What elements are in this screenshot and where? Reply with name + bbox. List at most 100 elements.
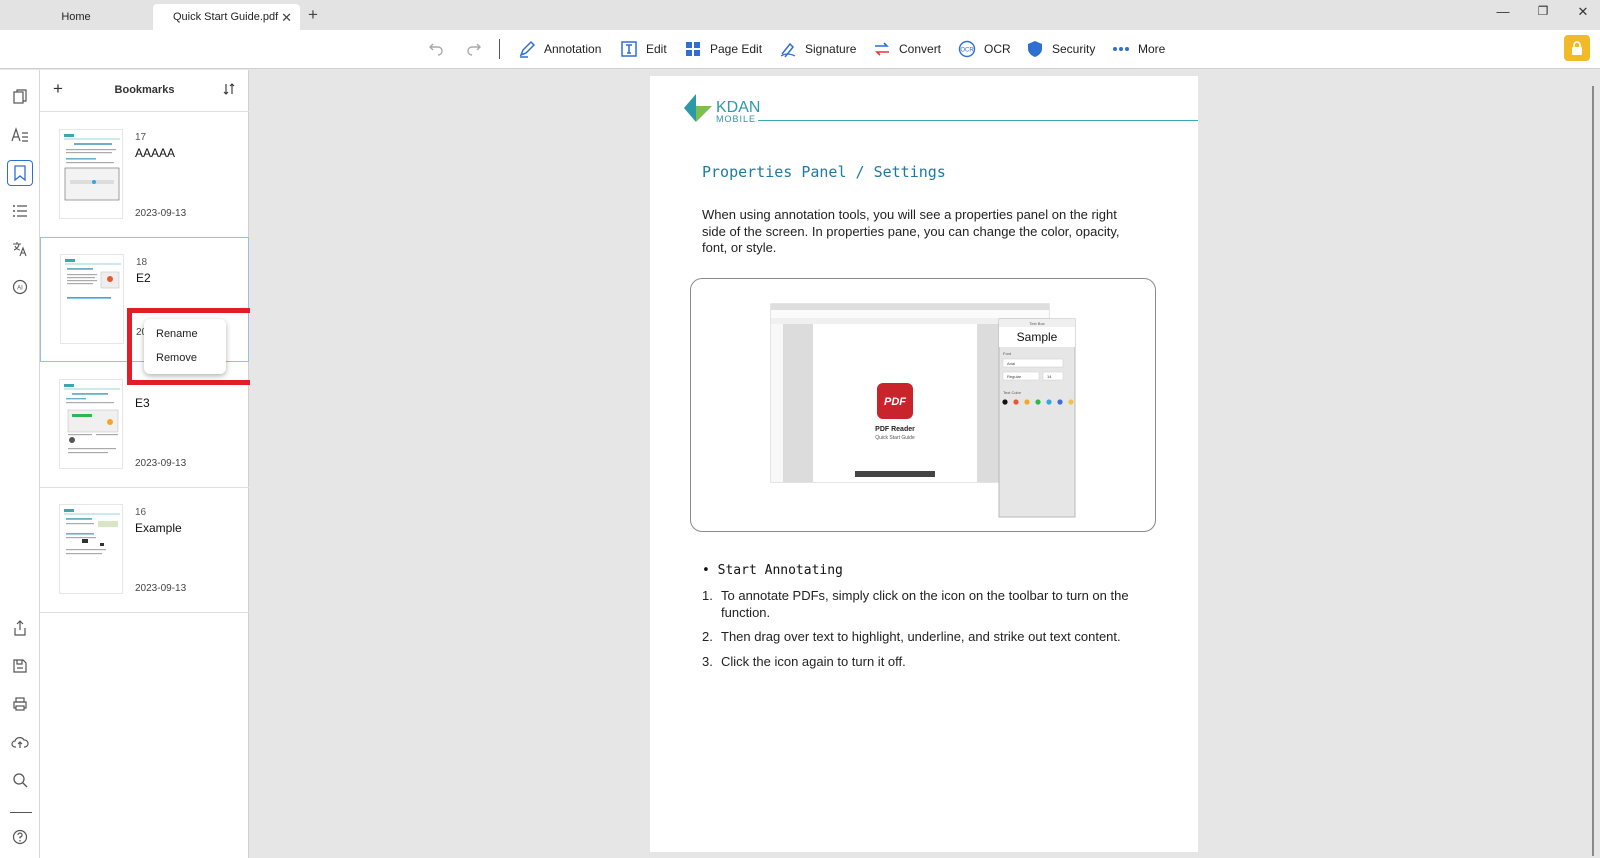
bookmark-date: 2023-09-13 (135, 458, 187, 469)
vertical-scrollbar[interactable] (1592, 86, 1594, 856)
app-screenshot-illustration: PDF PDF Reader Quick Start Guide Text Bo… (770, 303, 1076, 518)
toolbar-divider (499, 39, 500, 59)
close-window-button[interactable]: ✕ (1568, 4, 1598, 20)
bookmarks-rail-button[interactable] (7, 160, 33, 186)
bookmark-item[interactable]: 17 AAAAA 2023-09-13 (40, 113, 249, 238)
ocr-tool-button[interactable]: OCR OCR (958, 38, 1011, 60)
step-number: 3. (702, 653, 713, 669)
bookmark-icon (14, 165, 26, 181)
kdan-logo: KDAN MOBILE (684, 92, 764, 131)
ocr-label: OCR (984, 42, 1011, 56)
signature-tool-button[interactable]: Signature (779, 38, 856, 60)
bookmark-title: Example (135, 521, 182, 535)
page-heading: Properties Panel / Settings (702, 163, 946, 181)
convert-label: Convert (899, 42, 942, 56)
signature-label: Signature (805, 42, 857, 56)
bookmark-thumbnail (59, 379, 123, 469)
convert-arrows-icon (875, 42, 889, 56)
font-label-text: Font (1003, 351, 1012, 356)
tab-active-label: Quick Start Guide.pdf (173, 11, 279, 23)
svg-text:OCR: OCR (960, 48, 974, 54)
cloud-upload-rail-button[interactable] (7, 729, 33, 755)
main-toolbar: Annotation Edit Page Edit Signature Conv… (0, 30, 1600, 69)
close-tab-icon[interactable]: ✕ (281, 10, 292, 26)
color-swatch (1068, 399, 1074, 405)
more-label: More (1138, 42, 1166, 56)
color-swatch (1046, 399, 1052, 405)
color-swatch (1057, 399, 1063, 405)
bookmark-thumbnail (59, 504, 123, 594)
upgrade-button[interactable] (1564, 35, 1590, 61)
edit-tool-button[interactable]: Edit (620, 38, 667, 60)
shield-icon (1028, 41, 1042, 57)
bookmark-item[interactable]: 16 Example 2023-09-13 (40, 488, 249, 613)
convert-tool-button[interactable]: Convert (873, 38, 941, 60)
ocr-icon: OCR (958, 40, 976, 58)
save-as-rail-button[interactable] (7, 653, 33, 679)
bookmark-date: 2023-09-13 (135, 208, 187, 219)
rename-menu-item[interactable]: Rename (156, 328, 198, 340)
svg-text:AI: AI (17, 286, 23, 292)
step-text: Then drag over text to highlight, underl… (721, 629, 1121, 644)
pages-icon (13, 89, 27, 104)
ai-rail-button[interactable]: AI (7, 274, 33, 300)
bookmark-date: 2023-09-13 (135, 583, 187, 594)
text-rail-button[interactable] (7, 122, 33, 148)
text-format-icon (11, 127, 28, 142)
page-edit-tool-button[interactable]: Page Edit (684, 38, 762, 60)
bookmark-thumbnail (60, 254, 124, 344)
new-tab-button[interactable]: + (308, 5, 318, 25)
printer-icon (13, 697, 27, 711)
page-paragraph: When using annotation tools, you will se… (702, 207, 1120, 255)
app-title-text: PDF Reader (875, 426, 915, 433)
header-rule (758, 120, 1198, 121)
left-icon-rail: AI (0, 70, 40, 858)
cloud-upload-icon (11, 737, 29, 748)
translate-rail-button[interactable] (7, 236, 33, 262)
panel-sample-text: Sample (1017, 330, 1058, 344)
translate-icon (13, 242, 27, 257)
sort-icon[interactable] (222, 82, 236, 101)
security-tool-button[interactable]: Security (1026, 38, 1095, 60)
edit-label: Edit (646, 42, 667, 56)
rail-divider (10, 812, 32, 813)
annotation-tool-button[interactable]: Annotation (518, 38, 601, 60)
bookmarks-panel-header: + Bookmarks (40, 70, 249, 112)
page-grid-icon (686, 42, 700, 56)
panel-heading-text: Text Box (1029, 321, 1044, 326)
step-number: 2. (702, 629, 713, 644)
section-subheading: • Start Annotating (702, 563, 843, 578)
outline-rail-button[interactable] (7, 198, 33, 224)
share-rail-button[interactable] (7, 615, 33, 641)
search-icon (13, 773, 28, 788)
search-rail-button[interactable] (7, 767, 33, 793)
redo-icon[interactable] (466, 40, 482, 61)
lock-icon (1572, 41, 1582, 55)
tab-quick-start-guide[interactable]: Quick Start Guide.pdf ✕ (153, 4, 300, 30)
app-badge-text: PDF (884, 396, 906, 408)
size-value-text: 14 (1047, 374, 1052, 379)
more-tool-button[interactable]: More (1112, 38, 1165, 60)
more-dots-icon (1113, 47, 1129, 51)
thumbnails-rail-button[interactable] (7, 84, 33, 110)
app-subtitle-text: Quick Start Guide (875, 435, 915, 441)
restore-window-button[interactable]: ❐ (1528, 4, 1558, 18)
page-edit-label: Page Edit (710, 42, 763, 56)
bookmarks-panel: + Bookmarks 17 AAAAA 2023-09-13 18 E2 20… (40, 70, 249, 858)
help-rail-button[interactable] (7, 824, 33, 850)
color-swatch (1024, 399, 1030, 405)
remove-menu-item[interactable]: Remove (156, 352, 197, 364)
minimize-window-button[interactable]: — (1488, 4, 1518, 19)
steps-list: 1. To annotate PDFs, simply click on the… (702, 588, 1142, 678)
logo-sub-text: MOBILE (716, 114, 756, 124)
edit-text-icon (621, 41, 637, 57)
color-swatch (1035, 399, 1041, 405)
print-rail-button[interactable] (7, 691, 33, 717)
undo-icon[interactable] (428, 40, 444, 61)
tab-home[interactable]: Home (0, 4, 152, 30)
tab-home-label: Home (61, 11, 91, 23)
step-item: 3. Click the icon again to turn it off. (702, 654, 1142, 671)
bookmark-thumbnail (59, 129, 123, 219)
pen-icon (519, 40, 536, 58)
share-icon (14, 620, 26, 636)
